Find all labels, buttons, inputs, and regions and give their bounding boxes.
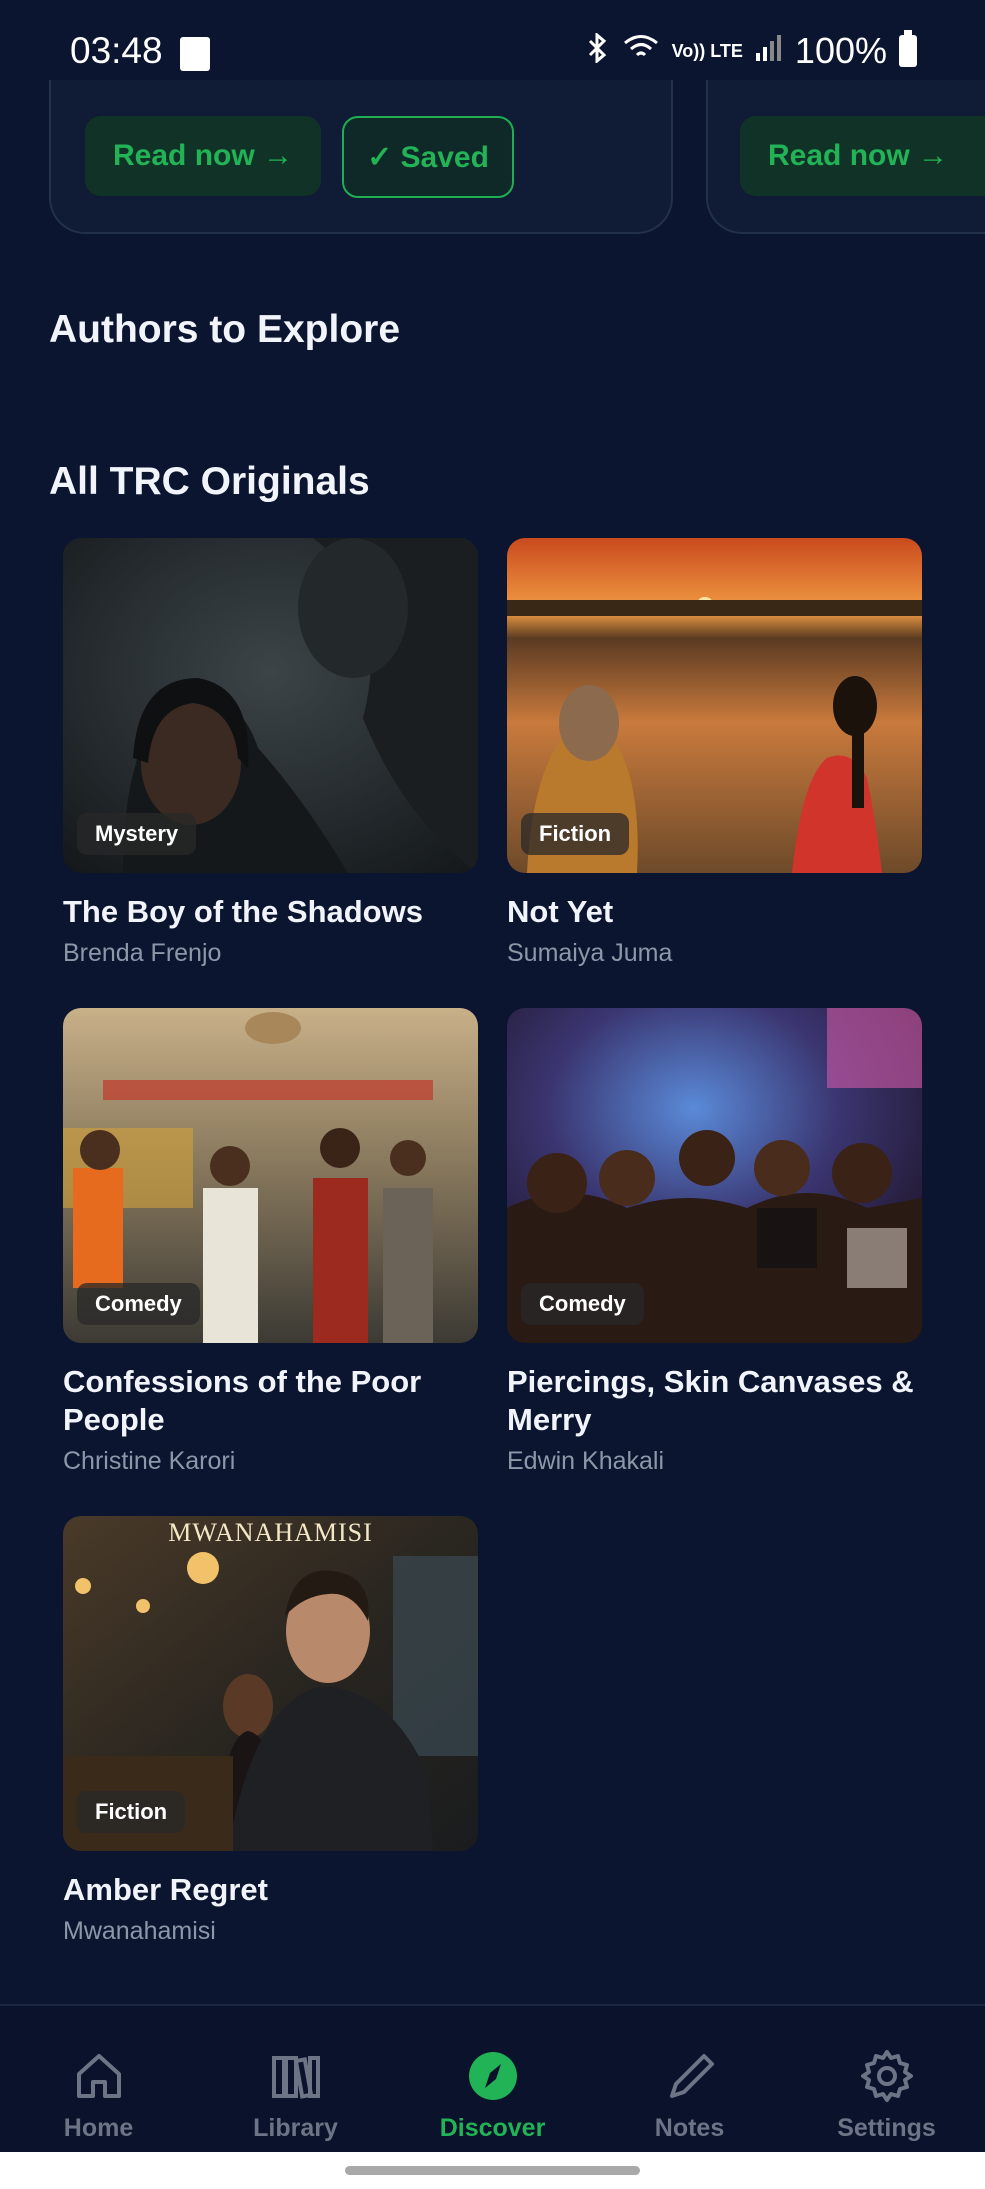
- gesture-bar: [0, 2152, 985, 2189]
- book-author: Brenda Frenjo: [63, 939, 222, 967]
- book-card[interactable]: Comedy Piercings, Skin Canvases & Merry …: [507, 1008, 922, 1476]
- book-card[interactable]: Comedy Confessions of the Poor People Ch…: [63, 1008, 478, 1476]
- book-cover: Comedy: [63, 1008, 478, 1343]
- genre-tag: Comedy: [521, 1283, 644, 1325]
- bluetooth-icon: [584, 30, 610, 72]
- book-cover: Mystery: [63, 538, 478, 873]
- book-cover: Fiction: [507, 538, 922, 873]
- book-title: Amber Regret: [63, 1872, 268, 1907]
- status-time: 03:48: [70, 30, 163, 71]
- status-bar: 03:48 Vo)) LTE 100%: [0, 0, 985, 80]
- book-card[interactable]: Fiction Not Yet Sumaiya Juma: [507, 538, 922, 968]
- battery-percent: 100%: [794, 30, 887, 71]
- book-card[interactable]: MWANAHAMISI Fiction Amber Regret Mwanaha…: [63, 1516, 478, 1946]
- nav-library[interactable]: Library: [197, 2006, 394, 2154]
- genre-tag: Fiction: [521, 813, 630, 855]
- book-title: Confessions of the Poor People: [63, 1364, 422, 1437]
- read-now-button-next[interactable]: Read now →: [740, 116, 985, 196]
- book-cover: Comedy: [507, 1008, 922, 1343]
- genre-tag: Mystery: [77, 813, 197, 855]
- authors-section-title: Authors to Explore: [49, 308, 401, 351]
- cover-title-text: MWANAHAMISI: [168, 1518, 373, 1547]
- nav-home[interactable]: Home: [0, 2006, 197, 2154]
- book-card[interactable]: Mystery The Boy of the Shadows Brenda Fr…: [63, 538, 478, 968]
- book-author: Edwin Khakali: [507, 1447, 665, 1475]
- nav-label: Settings: [837, 2114, 936, 2142]
- battery-icon: [899, 30, 917, 67]
- genre-tag: Comedy: [77, 1283, 200, 1325]
- bottom-navigation: Home Library Discover Notes Settings: [0, 2004, 985, 2154]
- book-author: Mwanahamisi: [63, 1917, 216, 1945]
- read-now-button[interactable]: Read now →: [85, 116, 321, 196]
- pencil-icon: [669, 2054, 714, 2098]
- book-author: Sumaiya Juma: [507, 939, 673, 967]
- book-title: The Boy of the Shadows: [63, 894, 423, 929]
- gear-icon: [860, 2050, 913, 2102]
- nav-label: Discover: [439, 2114, 546, 2142]
- saved-button[interactable]: ✓ Saved: [342, 116, 514, 198]
- compass-icon: [468, 2052, 517, 2100]
- book-author: Christine Karori: [63, 1447, 236, 1475]
- home-icon: [76, 2054, 121, 2098]
- sim-icon: [180, 37, 210, 71]
- book-title: Piercings, Skin Canvases & Merry: [507, 1364, 914, 1437]
- wifi-icon: [622, 30, 660, 72]
- book-title: Not Yet: [507, 894, 614, 929]
- nav-settings[interactable]: Settings: [788, 2006, 985, 2154]
- library-icon: [271, 2056, 320, 2099]
- originals-section-title: All TRC Originals: [49, 460, 370, 503]
- volte-label: Vo)) LTE: [671, 41, 743, 61]
- nav-label: Notes: [654, 2114, 725, 2142]
- nav-discover[interactable]: Discover: [394, 2006, 591, 2154]
- status-icons: Vo)) LTE 100%: [584, 30, 917, 72]
- signal-icon: [755, 30, 783, 72]
- home-indicator[interactable]: [345, 2166, 640, 2175]
- genre-tag: Fiction: [77, 1791, 186, 1833]
- nav-label: Library: [253, 2114, 338, 2142]
- nav-label: Home: [63, 2114, 134, 2142]
- book-cover: MWANAHAMISI Fiction: [63, 1516, 478, 1851]
- nav-notes[interactable]: Notes: [591, 2006, 788, 2154]
